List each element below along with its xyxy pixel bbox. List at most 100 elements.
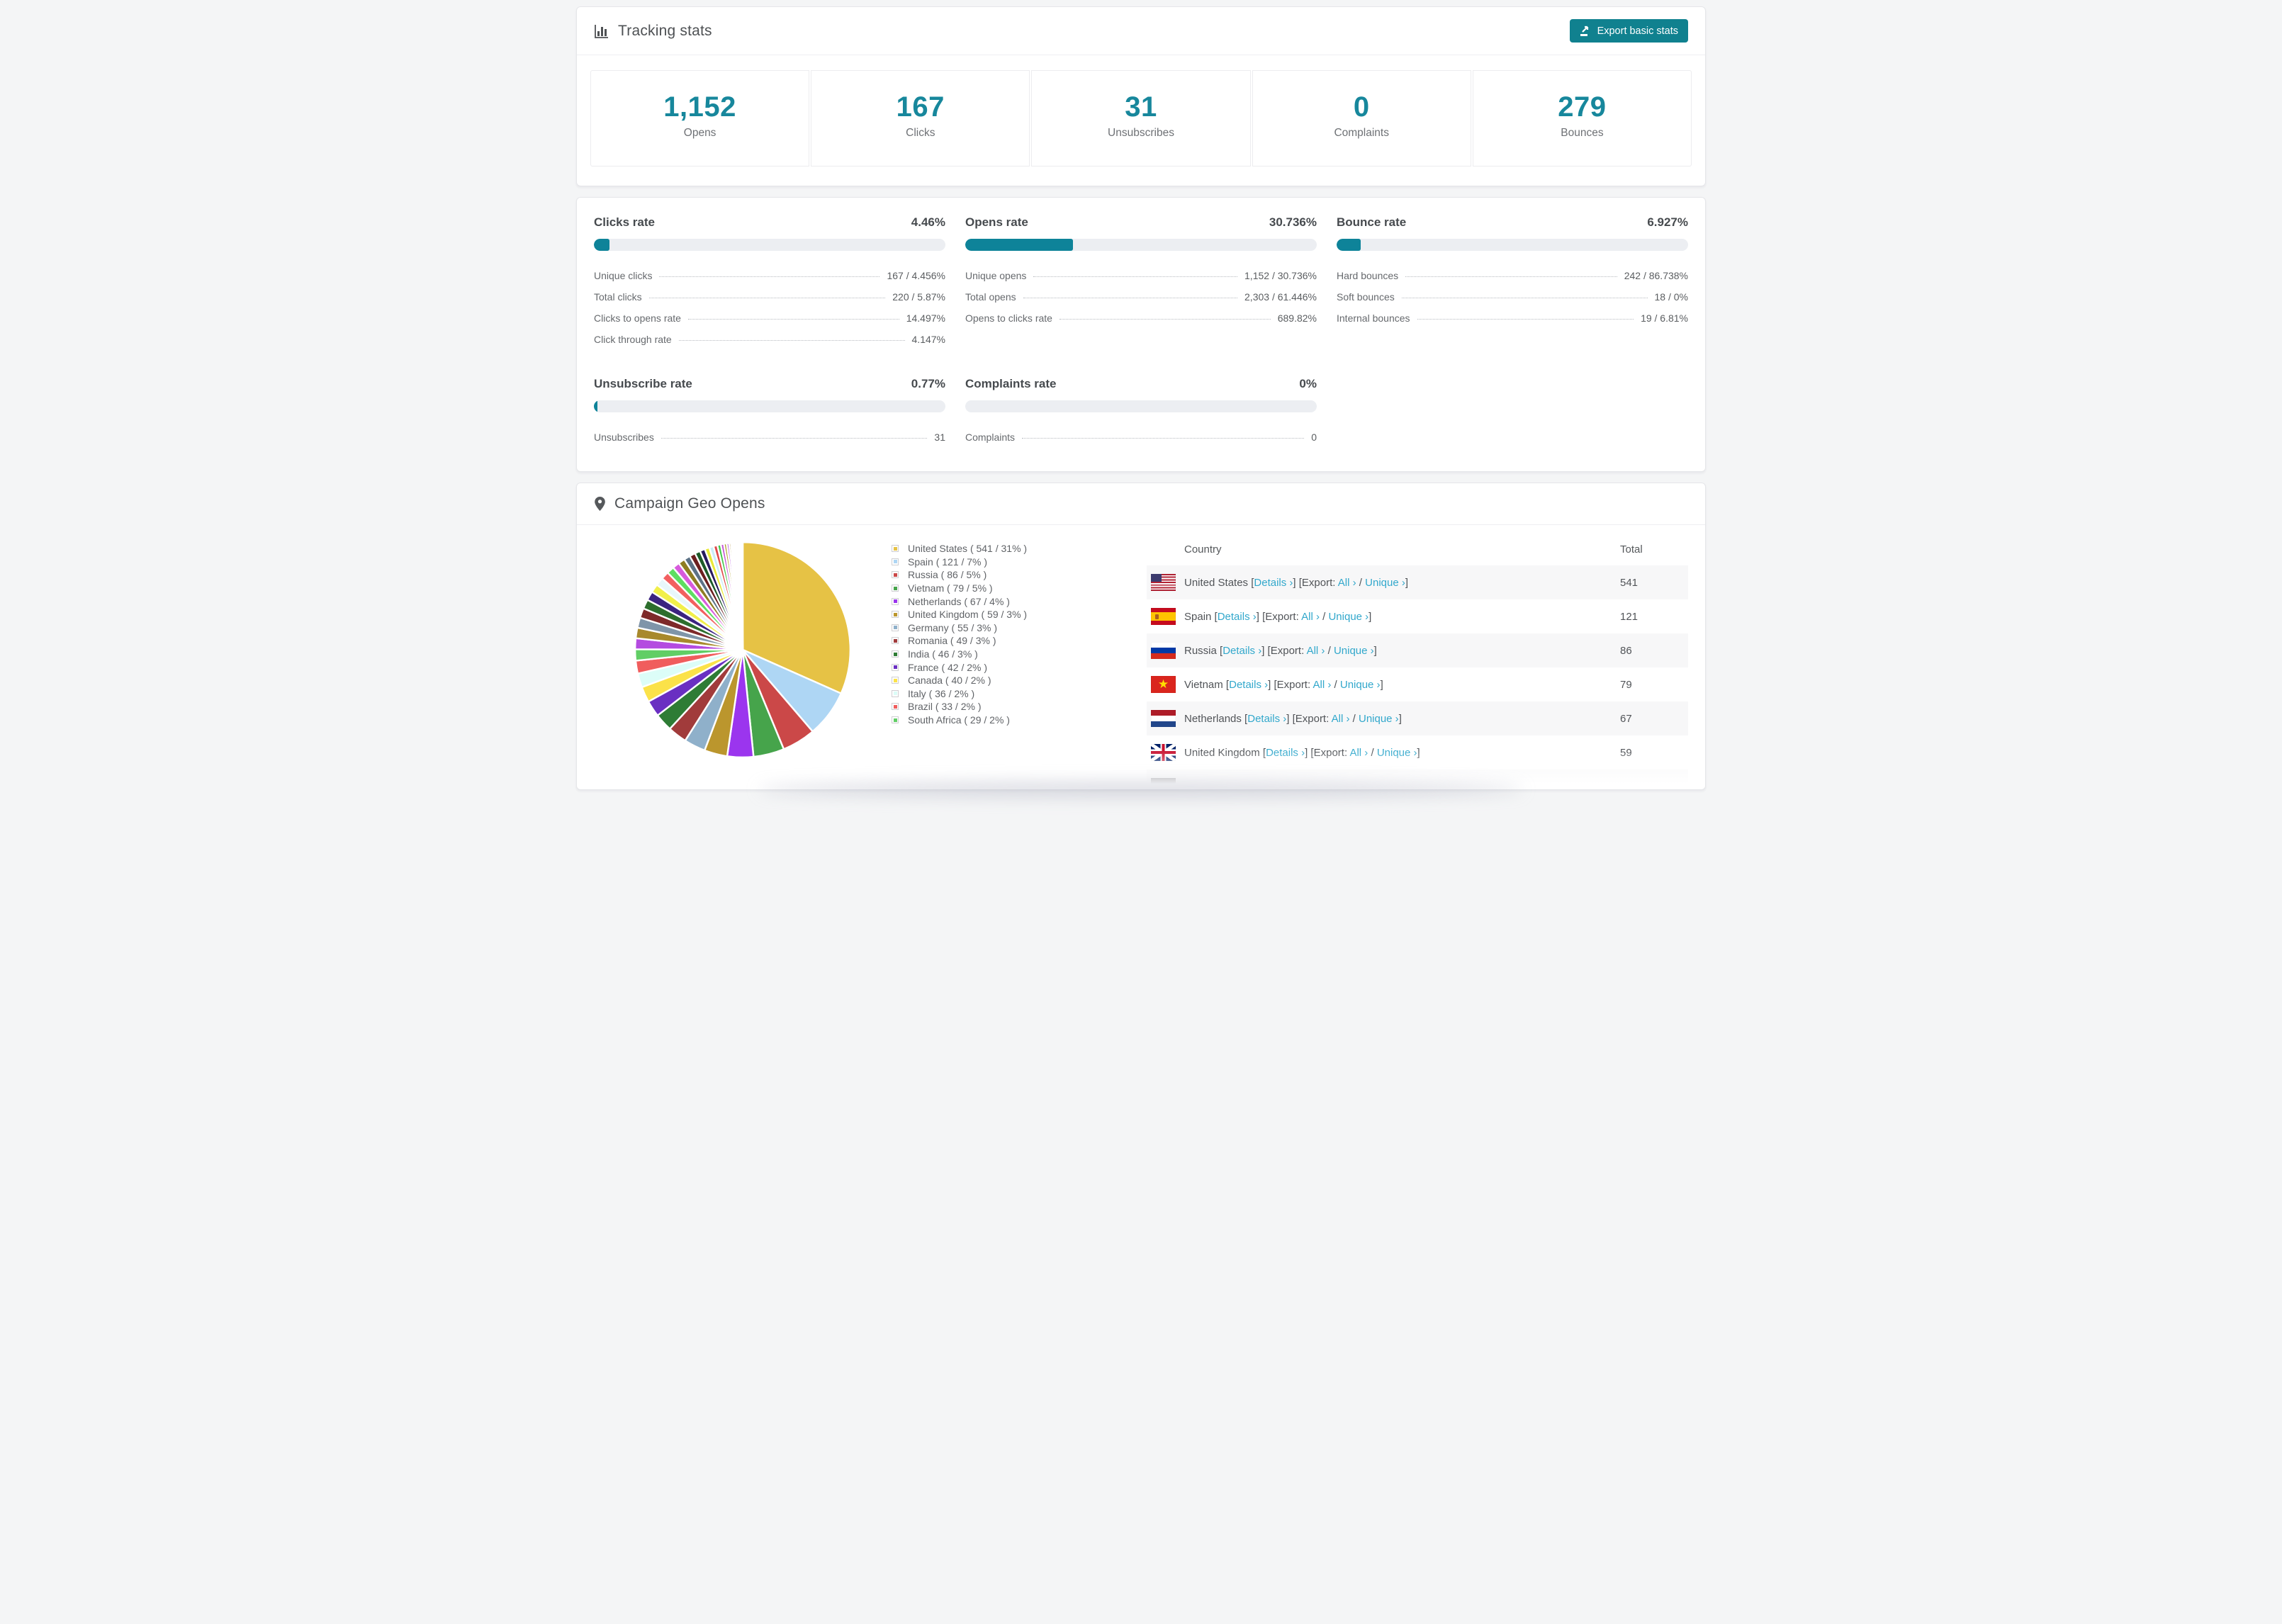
geo-table-row: United Kingdom [Details ›] [Export: All … xyxy=(1147,735,1688,769)
pie-slice-other-53[interactable] xyxy=(741,541,744,651)
rate-card-header: Clicks rate 4.46% xyxy=(594,215,945,230)
country-row-text: Vietnam [Details ›] [Export: All › / Uni… xyxy=(1184,678,1383,691)
rate-row-label: Total opens xyxy=(965,291,1016,303)
us-flag-icon xyxy=(1151,574,1176,591)
legend-swatch xyxy=(892,663,899,671)
nl-flag-icon xyxy=(1151,710,1176,727)
export-basic-stats-button[interactable]: Export basic stats xyxy=(1569,19,1688,43)
legend-item: Vietnam ( 79 / 5% ) xyxy=(892,582,1147,595)
details-link[interactable]: Details › xyxy=(1266,747,1305,759)
rate-card-complaints-rate: Complaints rate 0% Complaints 0 xyxy=(965,377,1317,448)
progress-fill xyxy=(594,400,597,412)
country-name: United Kingdom xyxy=(1184,746,1260,759)
legend-item: Germany ( 55 / 3% ) xyxy=(892,621,1147,635)
rate-card-header: Bounce rate 6.927% xyxy=(1337,215,1688,230)
legend-swatch xyxy=(892,624,899,631)
export-unique-link[interactable]: Unique › xyxy=(1365,577,1405,589)
summary-label: Opens xyxy=(683,127,716,139)
rate-value: 4.46% xyxy=(911,215,945,229)
legend-item: Russia ( 86 / 5% ) xyxy=(892,568,1147,582)
legend-label: Canada ( 40 / 2% ) xyxy=(908,675,991,687)
country-name: Spain xyxy=(1184,610,1212,623)
rate-row: Click through rate 4.147% xyxy=(594,329,945,350)
summary-row: 1,152 Opens 167 Clicks 31 Unsubscribes 0 Compla… xyxy=(590,70,1692,167)
rate-card-header: Unsubscribe rate 0.77% xyxy=(594,377,945,391)
rate-row-leader xyxy=(1059,319,1271,320)
geo-pie-wrap xyxy=(594,534,892,789)
legend-label: France ( 42 / 2% ) xyxy=(908,661,988,673)
legend-item: United Kingdom ( 59 / 3% ) xyxy=(892,608,1147,621)
rate-title: Unsubscribe rate xyxy=(594,377,692,390)
export-all-link[interactable]: All › xyxy=(1338,577,1356,589)
geo-opens-pie-chart[interactable] xyxy=(629,536,857,764)
rate-row: Complaints 0 xyxy=(965,427,1317,448)
rate-row-leader xyxy=(687,319,899,320)
country-row-text: Russia [Details ›] [Export: All › / Uniq… xyxy=(1184,644,1377,657)
country-cell-td: United States [Details ›] [Export: All ›… xyxy=(1147,565,1609,599)
rate-card-unsubscribe-rate: Unsubscribe rate 0.77% Unsubscribes 31 xyxy=(594,377,945,448)
legend-swatch xyxy=(892,558,899,565)
total-cell: 79 xyxy=(1620,678,1632,691)
summary-value: 1,152 xyxy=(663,91,736,123)
geo-pie-legend: United States ( 541 / 31% ) Spain ( 121 /… xyxy=(892,534,1147,789)
rate-row-leader xyxy=(659,276,880,277)
rate-row-value: 242 / 86.738% xyxy=(1624,270,1688,281)
export-button-label: Export basic stats xyxy=(1597,25,1678,37)
legend-label: Brazil ( 33 / 2% ) xyxy=(908,701,982,713)
rate-row-leader xyxy=(1405,276,1617,277)
legend-item: United States ( 541 / 31% ) xyxy=(892,542,1147,556)
legend-label: South Africa ( 29 / 2% ) xyxy=(908,714,1010,726)
rate-row-value: 19 / 6.81% xyxy=(1641,312,1688,324)
table-header-country: Country xyxy=(1184,543,1222,556)
tracking-stats-card: Tracking stats Export basic stats 1,152 O… xyxy=(576,6,1706,186)
export-unique-link[interactable]: Unique › xyxy=(1377,747,1417,759)
export-all-link[interactable]: All › xyxy=(1349,747,1368,759)
map-pin-icon xyxy=(595,497,605,511)
legend-item: South Africa ( 29 / 2% ) xyxy=(892,714,1147,727)
country-row-text: United States [Details ›] [Export: All ›… xyxy=(1184,576,1409,589)
rate-row-label: Total clicks xyxy=(594,291,642,303)
export-all-link[interactable]: All › xyxy=(1307,645,1325,657)
rate-row: Soft bounces 18 / 0% xyxy=(1337,286,1688,308)
summary-box-opens: 1,152 Opens xyxy=(590,70,810,167)
legend-swatch xyxy=(892,545,899,553)
rate-title: Opens rate xyxy=(965,215,1028,229)
export-unique-link[interactable]: Unique › xyxy=(1340,679,1381,691)
progress-bar xyxy=(1337,239,1688,251)
legend-label: Romania ( 49 / 3% ) xyxy=(908,635,996,647)
details-link[interactable]: Details › xyxy=(1229,679,1268,691)
rate-row-value: 689.82% xyxy=(1277,312,1317,324)
export-all-link[interactable]: All › xyxy=(1301,611,1320,623)
legend-item: France ( 42 / 2% ) xyxy=(892,660,1147,674)
details-link[interactable]: Details › xyxy=(1222,645,1261,657)
details-link[interactable]: Details › xyxy=(1247,713,1286,725)
rate-row: Clicks to opens rate 14.497% xyxy=(594,308,945,329)
country-row-text: Netherlands [Details ›] [Export: All › /… xyxy=(1184,712,1402,725)
summary-box-clicks: 167 Clicks xyxy=(811,70,1030,167)
export-unique-link[interactable]: Unique › xyxy=(1328,611,1368,623)
summary-box-bounces: 279 Bounces xyxy=(1472,70,1692,167)
rate-row-value: 1,152 / 30.736% xyxy=(1244,270,1317,281)
rate-row-value: 14.497% xyxy=(906,312,945,324)
rate-row: Total opens 2,303 / 61.446% xyxy=(965,286,1317,308)
total-cell: 121 xyxy=(1620,610,1639,623)
details-link[interactable]: Details › xyxy=(1254,577,1293,589)
progress-fill xyxy=(594,239,610,251)
rate-row-value: 4.147% xyxy=(911,334,945,345)
country-name: United States xyxy=(1184,576,1249,589)
country-cell: Netherlands [Details ›] [Export: All › /… xyxy=(1147,701,1609,735)
export-unique-link[interactable]: Unique › xyxy=(1334,645,1374,657)
legend-item: Netherlands ( 67 / 4% ) xyxy=(892,594,1147,608)
export-all-link[interactable]: All › xyxy=(1332,713,1350,725)
export-unique-link[interactable]: Unique › xyxy=(1359,713,1399,725)
export-all-link[interactable]: All › xyxy=(1313,679,1332,691)
rate-row-leader xyxy=(1033,276,1238,277)
legend-swatch xyxy=(892,650,899,658)
geo-body: United States ( 541 / 31% ) Spain ( 121 /… xyxy=(577,525,1705,789)
summary-value: 167 xyxy=(896,91,945,123)
country-cell-td: Netherlands [Details ›] [Export: All › /… xyxy=(1147,701,1609,735)
campaign-geo-opens-card: Campaign Geo Opens United States ( 541 /… xyxy=(576,483,1706,790)
details-link[interactable]: Details › xyxy=(1218,611,1257,623)
rate-row-label: Unique opens xyxy=(965,270,1027,281)
country-cell: United Kingdom [Details ›] [Export: All … xyxy=(1147,735,1609,769)
